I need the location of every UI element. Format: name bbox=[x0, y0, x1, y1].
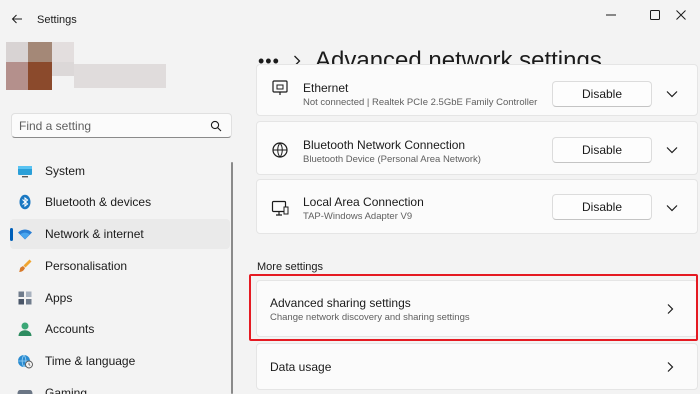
sidebar-item-network-internet[interactable]: Network & internet bbox=[10, 219, 230, 249]
maximize-icon bbox=[650, 10, 660, 20]
advanced-sharing-settings-item[interactable]: Advanced sharing settings Change network… bbox=[256, 280, 698, 337]
bluetooth-icon bbox=[19, 194, 31, 210]
sidebar-item-label: Personalisation bbox=[45, 259, 128, 273]
sidebar-item-label: System bbox=[45, 164, 86, 178]
sidebar-item-label: Time & language bbox=[45, 354, 136, 368]
wifi-icon bbox=[18, 229, 32, 240]
chevron-down-icon[interactable] bbox=[665, 87, 679, 101]
globe-icon bbox=[272, 142, 288, 158]
app-title: Settings bbox=[37, 14, 77, 26]
sidebar-item-label: Accounts bbox=[45, 322, 95, 336]
adapter-description: TAP-Windows Adapter V9 bbox=[303, 211, 413, 222]
avatar-pixel bbox=[52, 62, 74, 76]
sidebar-item-system[interactable]: System bbox=[10, 156, 230, 186]
minimize-icon bbox=[606, 14, 616, 16]
sidebar-scrollbar[interactable] bbox=[231, 162, 233, 394]
avatar-pixel bbox=[52, 42, 74, 62]
globe-clock-icon bbox=[18, 354, 33, 369]
avatar-pixel bbox=[28, 62, 52, 90]
disable-button[interactable]: Disable bbox=[552, 194, 652, 220]
minimize-button[interactable] bbox=[600, 6, 622, 24]
adapter-card-bluetooth-network[interactable]: Bluetooth Network Connection Bluetooth D… bbox=[256, 121, 698, 175]
back-arrow-icon bbox=[11, 14, 22, 24]
sidebar-item-personalisation[interactable]: Personalisation bbox=[10, 251, 230, 281]
paintbrush-icon bbox=[19, 259, 32, 272]
section-heading-more-settings: More settings bbox=[257, 261, 324, 273]
ethernet-icon bbox=[272, 80, 288, 95]
avatar-pixel bbox=[74, 64, 166, 88]
sidebar-item-accounts[interactable]: Accounts bbox=[10, 314, 230, 344]
setting-title: Advanced sharing settings bbox=[270, 296, 411, 310]
avatar-pixel bbox=[28, 42, 52, 62]
sidebar-item-label: Network & internet bbox=[45, 227, 144, 241]
search-box[interactable] bbox=[11, 113, 232, 138]
adapter-name: Local Area Connection bbox=[303, 195, 424, 209]
adapter-card-ethernet[interactable]: Ethernet Not connected | Realtek PCIe 2.… bbox=[256, 64, 698, 116]
title-bar: Settings bbox=[0, 0, 700, 36]
back-button[interactable] bbox=[6, 8, 28, 30]
avatar[interactable] bbox=[6, 42, 166, 92]
chevron-down-icon[interactable] bbox=[665, 143, 679, 157]
search-icon[interactable] bbox=[210, 120, 222, 132]
monitor-icon bbox=[271, 200, 289, 216]
sidebar-item-label: Gaming bbox=[45, 386, 88, 394]
disable-button[interactable]: Disable bbox=[552, 81, 652, 107]
sidebar-item-gaming[interactable]: Gaming bbox=[10, 378, 230, 394]
chevron-right-icon bbox=[667, 304, 674, 314]
adapter-description: Not connected | Realtek PCIe 2.5GbE Fami… bbox=[303, 97, 538, 108]
chevron-right-icon bbox=[667, 362, 674, 372]
adapter-card-local-area[interactable]: Local Area Connection TAP-Windows Adapte… bbox=[256, 179, 698, 234]
avatar-pixel bbox=[6, 62, 28, 90]
setting-subtitle: Change network discovery and sharing set… bbox=[270, 312, 470, 323]
data-usage-item[interactable]: Data usage bbox=[256, 343, 698, 390]
adapter-name: Bluetooth Network Connection bbox=[303, 138, 466, 152]
adapter-name: Ethernet bbox=[303, 81, 349, 95]
maximize-button[interactable] bbox=[644, 6, 666, 24]
close-button[interactable] bbox=[670, 6, 692, 24]
sidebar-item-bluetooth-devices[interactable]: Bluetooth & devices bbox=[10, 187, 230, 217]
avatar-pixel bbox=[6, 42, 28, 62]
gamepad-icon bbox=[17, 390, 33, 394]
sidebar-item-time-language[interactable]: Time & language bbox=[10, 346, 230, 376]
disable-button[interactable]: Disable bbox=[552, 137, 652, 163]
sidebar-item-label: Bluetooth & devices bbox=[45, 195, 152, 209]
monitor-icon bbox=[18, 166, 32, 178]
person-icon bbox=[18, 322, 32, 336]
sidebar-item-label: Apps bbox=[45, 291, 73, 305]
chevron-down-icon[interactable] bbox=[665, 201, 679, 215]
sidebar-item-apps[interactable]: Apps bbox=[10, 283, 230, 313]
search-input[interactable] bbox=[19, 118, 209, 134]
apps-icon bbox=[18, 291, 32, 305]
setting-title: Data usage bbox=[270, 360, 332, 374]
adapter-description: Bluetooth Device (Personal Area Network) bbox=[303, 154, 481, 165]
close-icon bbox=[676, 10, 686, 20]
